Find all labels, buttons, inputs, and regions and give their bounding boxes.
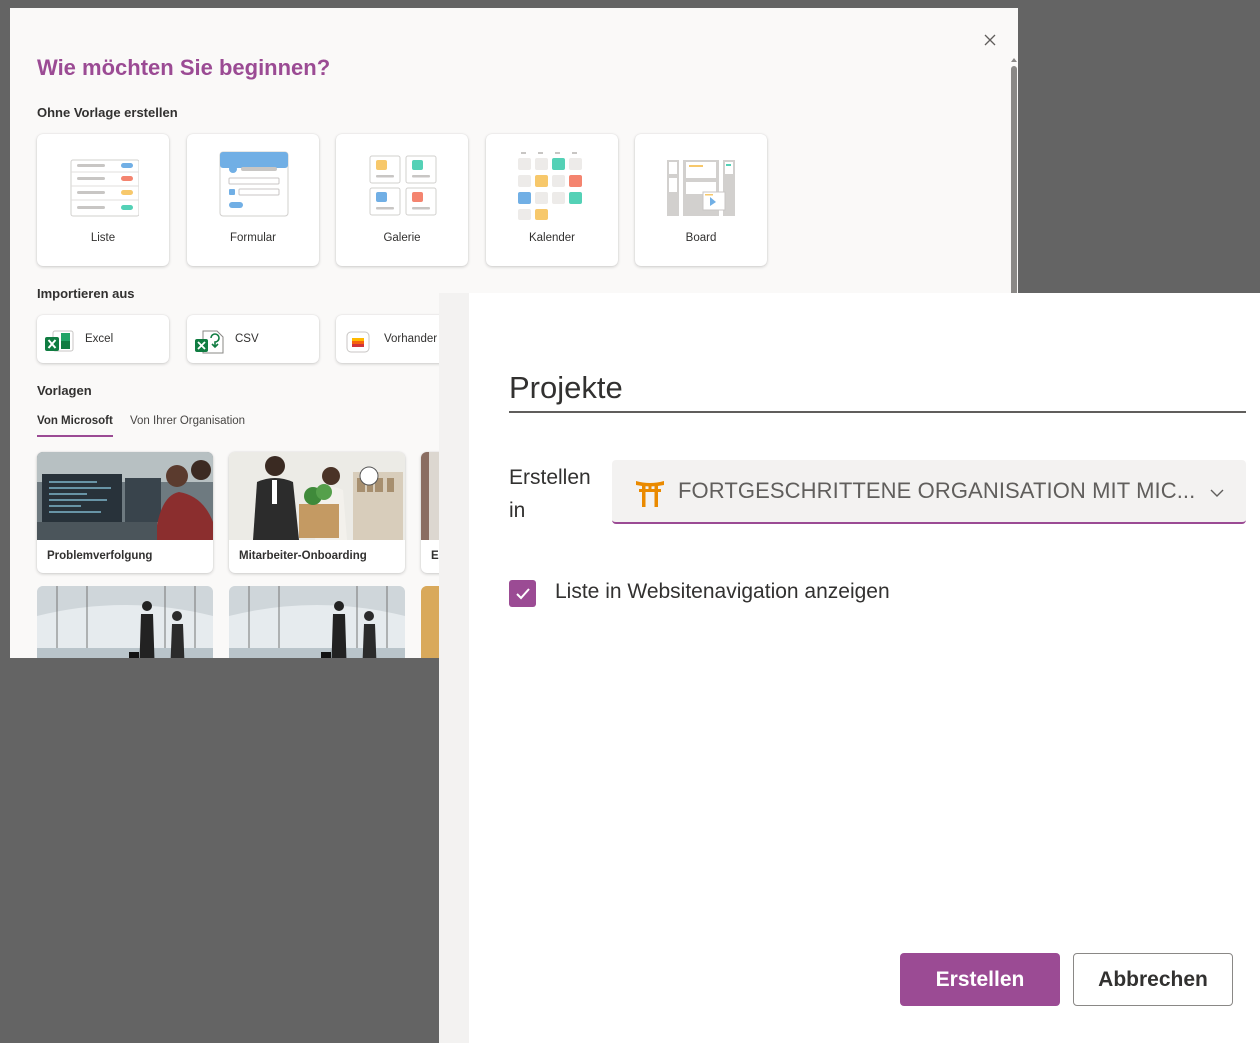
csv-icon (195, 330, 224, 354)
tab-from-organization[interactable]: Von Ihrer Organisation (130, 415, 245, 427)
template-card-issue-tracker[interactable]: Problemverfolgung (37, 452, 213, 573)
blank-card-form[interactable]: Formular (187, 134, 319, 266)
existing-list-icon (346, 331, 370, 353)
blank-card-calendar[interactable]: Kalender (486, 134, 618, 266)
travel-photo (37, 586, 213, 658)
template-card-travel-2[interactable] (229, 586, 405, 658)
blank-card-label: Formular (229, 232, 276, 244)
blank-card-label: Kalender (528, 232, 576, 244)
gallery-thumbnail-icon (369, 155, 437, 216)
import-card-label: Excel (85, 333, 114, 345)
import-section-label: Importieren aus (37, 286, 135, 301)
board-thumbnail-icon (667, 160, 735, 216)
import-card-csv[interactable]: CSV (187, 315, 319, 363)
blank-card-list[interactable]: Liste (37, 134, 169, 266)
blank-card-gallery[interactable]: Galerie (336, 134, 468, 266)
chevron-down-icon (1210, 489, 1224, 497)
blank-card-label: Galerie (383, 232, 421, 244)
site-dropdown[interactable]: FORTGESCHRITTENE ORGANISATION MIT MIC... (612, 460, 1246, 524)
calendar-thumbnail-icon (518, 152, 582, 220)
close-button[interactable] (980, 30, 1000, 50)
close-icon (984, 34, 996, 46)
import-card-excel[interactable]: Excel (37, 315, 169, 363)
template-card-label: Mitarbeiter-Onboarding (239, 550, 367, 562)
torii-gate-icon (636, 481, 664, 507)
issue-tracker-photo (37, 452, 213, 540)
panel-edge (439, 293, 469, 1043)
import-card-label: CSV (235, 333, 259, 345)
create-list-panel: Erstellen in FORTGESCHRITTENE ORGANISATI… (439, 293, 1260, 1043)
form-thumbnail-icon (219, 151, 289, 217)
tab-from-microsoft[interactable]: Von Microsoft (37, 415, 113, 437)
create-in-label: Erstellen in (509, 466, 591, 522)
templates-section-label: Vorlagen (37, 383, 92, 398)
list-thumbnail-icon (70, 159, 139, 217)
blank-card-label: Board (685, 232, 717, 244)
list-name-input[interactable] (509, 365, 1246, 413)
excel-icon (45, 330, 74, 352)
travel-photo (229, 586, 405, 658)
dialog-title: Wie möchten Sie beginnen? (37, 55, 331, 80)
template-card-employee-onboarding[interactable]: Mitarbeiter-Onboarding (229, 452, 405, 573)
cancel-button[interactable]: Abbrechen (1073, 953, 1233, 1006)
site-name: FORTGESCHRITTENE ORGANISATION MIT MIC... (678, 478, 1196, 503)
blank-section-label: Ohne Vorlage erstellen (37, 105, 178, 120)
show-in-nav-label: Liste in Websitenavigation anzeigen (555, 580, 890, 603)
blank-card-label: Liste (90, 232, 116, 244)
import-card-label: Vorhander (384, 333, 438, 345)
show-in-nav-checkbox[interactable] (509, 580, 536, 607)
scroll-up-arrow-icon[interactable] (1010, 56, 1018, 64)
blank-card-board[interactable]: Board (635, 134, 767, 266)
create-button[interactable]: Erstellen (900, 953, 1060, 1006)
template-card-label: Problemverfolgung (47, 550, 153, 562)
template-card-travel[interactable] (37, 586, 213, 658)
checkmark-icon (515, 587, 530, 599)
employee-onboarding-photo (229, 452, 405, 540)
